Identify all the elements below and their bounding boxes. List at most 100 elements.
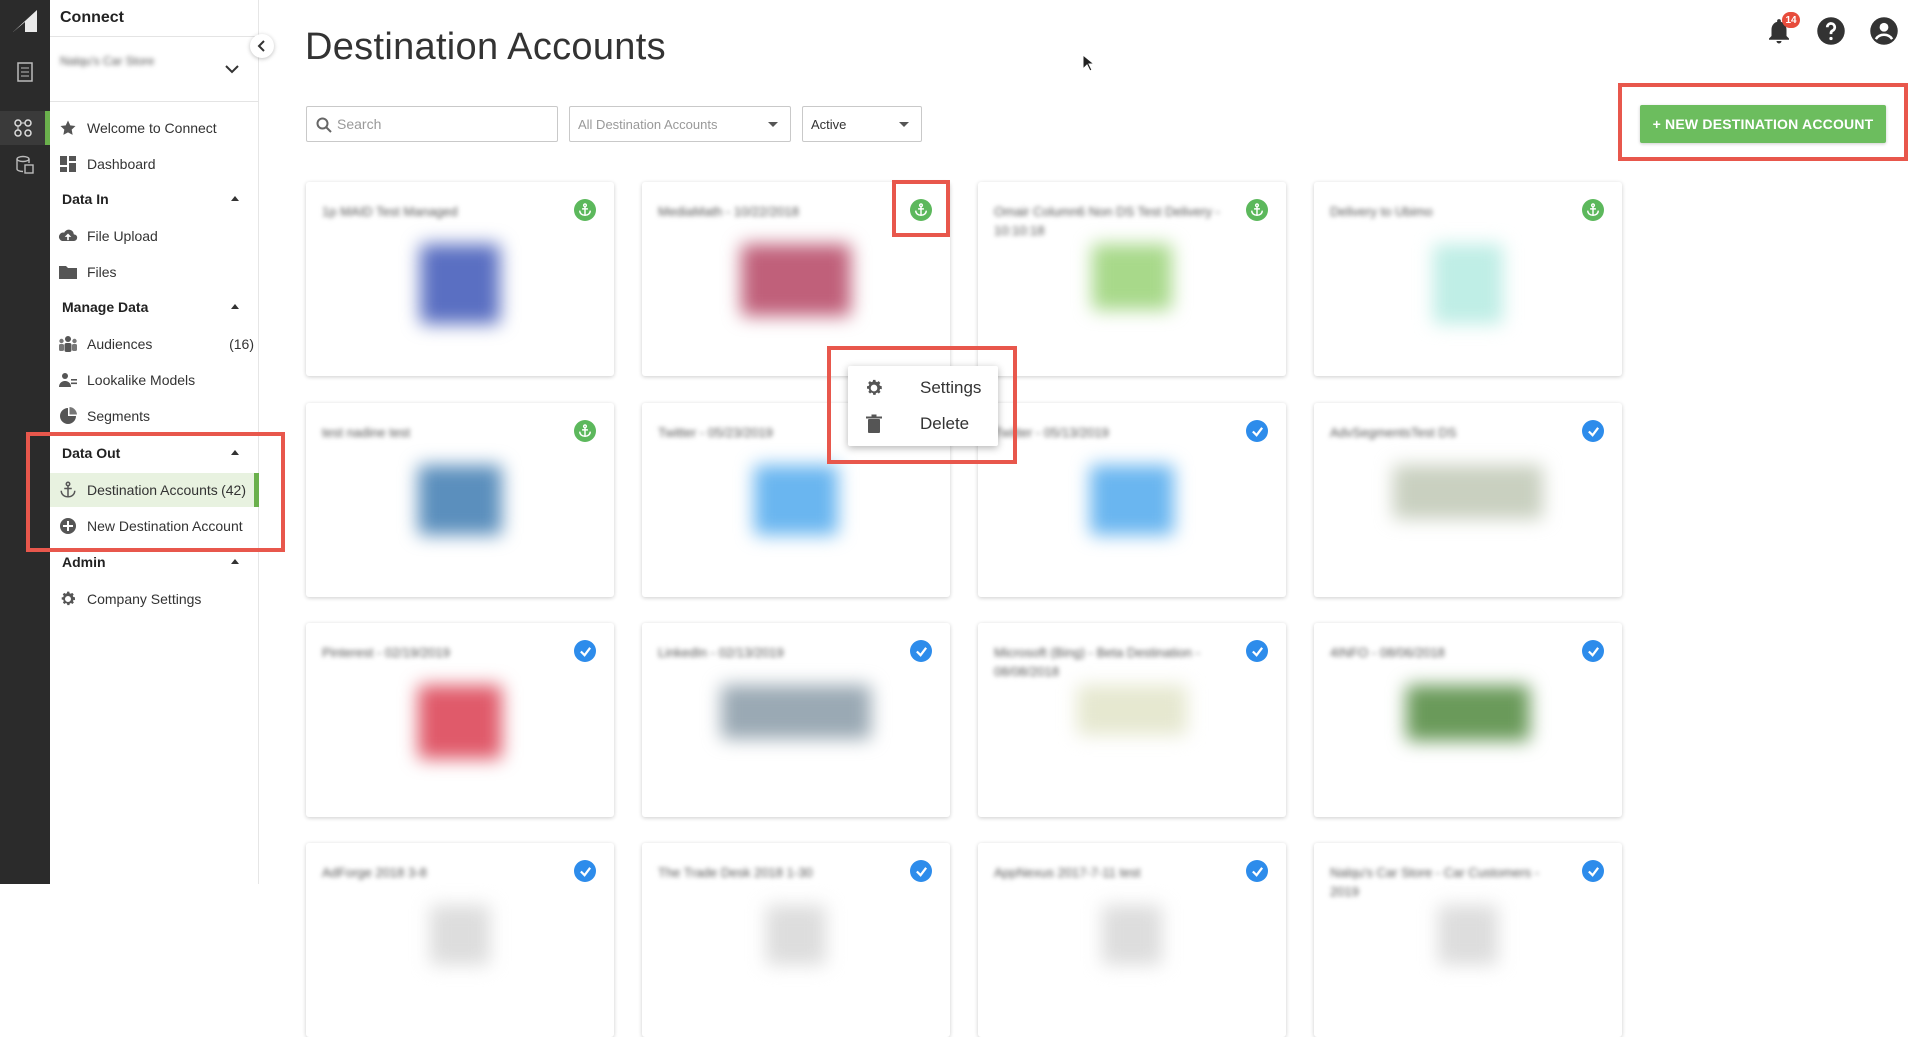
- sidebar-item-label: Dashboard: [87, 156, 156, 172]
- destination-card[interactable]: 4INFO - 08/06/2018: [1314, 623, 1622, 817]
- section-title: Admin: [62, 554, 106, 570]
- destination-card[interactable]: LinkedIn - 02/13/2019: [642, 623, 950, 817]
- destination-card[interactable]: The Trade Desk 2018 1-30: [642, 843, 950, 1037]
- page-title: Destination Accounts: [305, 26, 666, 68]
- checkmark-icon: [1251, 426, 1263, 437]
- sidebar-item-file-upload[interactable]: File Upload: [50, 219, 259, 253]
- destination-card[interactable]: Twitter - 05/13/2019: [978, 403, 1286, 597]
- chevron-down-icon: [225, 65, 239, 74]
- destination-logo: [420, 244, 500, 324]
- destination-card[interactable]: Pinterest - 02/19/2019: [306, 623, 614, 817]
- status-active-badge[interactable]: [574, 640, 596, 662]
- status-active-badge[interactable]: [1246, 420, 1268, 442]
- destination-accounts-count: (42): [221, 482, 246, 498]
- sidebar-item-label: Company Settings: [87, 591, 202, 607]
- status-anchor-button[interactable]: [1582, 199, 1604, 221]
- anchor-icon: [579, 203, 591, 216]
- sidebar-item-dashboard[interactable]: Dashboard: [50, 147, 259, 181]
- destination-card[interactable]: test nadine test: [306, 403, 614, 597]
- trash-icon: [866, 414, 882, 433]
- select-value: Active: [811, 116, 847, 132]
- sidebar-item-lookalike-models[interactable]: Lookalike Models: [50, 363, 259, 397]
- status-active-badge[interactable]: [1246, 860, 1268, 882]
- status-anchor-button[interactable]: [910, 199, 932, 221]
- destination-card[interactable]: AppNexus 2017-7-11 test: [978, 843, 1286, 1037]
- destination-card-name: Microsoft (Bing) - Beta Destination - 08…: [994, 645, 1200, 679]
- status-select[interactable]: Active: [802, 106, 922, 142]
- status-active-badge[interactable]: [1246, 640, 1268, 662]
- dashboard-icon: [60, 156, 76, 172]
- sidebar-item-destination-accounts[interactable]: Destination Accounts (42): [50, 473, 259, 507]
- section-admin[interactable]: Admin: [50, 548, 259, 576]
- destination-card[interactable]: Nalqu's Car Store - Car Customers - 2019: [1314, 843, 1622, 1037]
- checkmark-icon: [579, 866, 591, 877]
- destination-card[interactable]: AdvSegmentsTest DS: [1314, 403, 1622, 597]
- gear-icon: [61, 591, 76, 606]
- checkmark-icon: [1587, 646, 1599, 657]
- status-anchor-button[interactable]: [1246, 199, 1268, 221]
- dropdown-arrow-icon: [768, 122, 778, 127]
- search-icon: [316, 117, 332, 133]
- rail-data-button[interactable]: [0, 148, 50, 182]
- new-destination-account-button[interactable]: + NEW DESTINATION ACCOUNT: [1640, 105, 1886, 143]
- menu-item-label: Delete: [920, 414, 970, 433]
- sidebar-collapse-button[interactable]: [250, 34, 274, 58]
- section-title: Manage Data: [62, 299, 149, 315]
- rail-reports-button[interactable]: [0, 55, 50, 89]
- sidebar-item-label: Audiences: [87, 336, 153, 352]
- search-input[interactable]: Search: [306, 106, 558, 142]
- sidebar-item-label: File Upload: [87, 228, 158, 244]
- sidebar: Connect Nalqu's Car Store Welcome to Con…: [50, 0, 259, 884]
- sidebar-item-company-settings[interactable]: Company Settings: [50, 582, 259, 616]
- status-active-badge[interactable]: [574, 860, 596, 882]
- checkmark-icon: [1587, 866, 1599, 877]
- section-title: Data In: [62, 191, 109, 207]
- destination-logo: [721, 685, 871, 739]
- destination-card[interactable]: Omair Column6 Non DS Test Delivery - 10:…: [978, 182, 1286, 376]
- caret-up-icon: [231, 304, 239, 309]
- sidebar-item-audiences[interactable]: Audiences (16): [50, 327, 259, 361]
- menu-item-settings[interactable]: Settings: [848, 370, 998, 406]
- status-active-badge[interactable]: [1582, 420, 1604, 442]
- sidebar-item-label: Segments: [87, 408, 151, 424]
- sidebar-item-label: Lookalike Models: [87, 372, 196, 388]
- status-active-badge[interactable]: [910, 640, 932, 662]
- section-manage-data[interactable]: Manage Data: [50, 293, 259, 321]
- sidebar-item-label: Destination Accounts: [87, 482, 218, 498]
- help-button[interactable]: [1816, 16, 1846, 51]
- rail-connect-button[interactable]: [0, 111, 50, 145]
- sidebar-item-welcome[interactable]: Welcome to Connect: [50, 111, 259, 145]
- destination-logo: [418, 465, 502, 535]
- destination-card-name: 1p MAID Test Managed: [322, 204, 458, 219]
- destination-card[interactable]: Delivery to Ubimo: [1314, 182, 1622, 376]
- status-anchor-button[interactable]: [574, 420, 596, 442]
- sidebar-item-files[interactable]: Files: [50, 255, 259, 289]
- notifications-button[interactable]: 14: [1764, 12, 1800, 51]
- database-stack-icon: [16, 155, 34, 174]
- status-anchor-button[interactable]: [574, 199, 596, 221]
- anchor-icon: [60, 481, 76, 498]
- chevron-left-icon: [257, 40, 265, 52]
- sidebar-item-segments[interactable]: Segments: [50, 399, 259, 433]
- status-active-badge[interactable]: [1582, 860, 1604, 882]
- destination-card[interactable]: Microsoft (Bing) - Beta Destination - 08…: [978, 623, 1286, 817]
- destination-type-select[interactable]: All Destination Accounts: [569, 106, 791, 142]
- status-active-badge[interactable]: [910, 860, 932, 882]
- user-profile-button[interactable]: [1869, 16, 1899, 51]
- menu-item-delete[interactable]: Delete: [848, 406, 998, 442]
- status-active-badge[interactable]: [1582, 640, 1604, 662]
- app-logo-icon: [13, 10, 37, 32]
- search-placeholder: Search: [337, 116, 382, 132]
- checkmark-icon: [579, 646, 591, 657]
- account-switcher[interactable]: Nalqu's Car Store: [50, 36, 259, 102]
- section-title: Data Out: [62, 445, 121, 461]
- destination-card[interactable]: 1p MAID Test Managed: [306, 182, 614, 376]
- destination-card[interactable]: AdForge 2018 3-8: [306, 843, 614, 1037]
- sidebar-item-label: Files: [87, 264, 117, 280]
- sidebar-item-new-destination-account[interactable]: New Destination Account: [50, 509, 259, 543]
- destination-logo: [418, 685, 502, 759]
- destination-card[interactable]: MediaMath - 10/22/2018: [642, 182, 950, 376]
- section-data-out[interactable]: Data Out: [50, 439, 259, 467]
- section-data-in[interactable]: Data In: [50, 185, 259, 213]
- menu-item-label: Settings: [920, 378, 982, 397]
